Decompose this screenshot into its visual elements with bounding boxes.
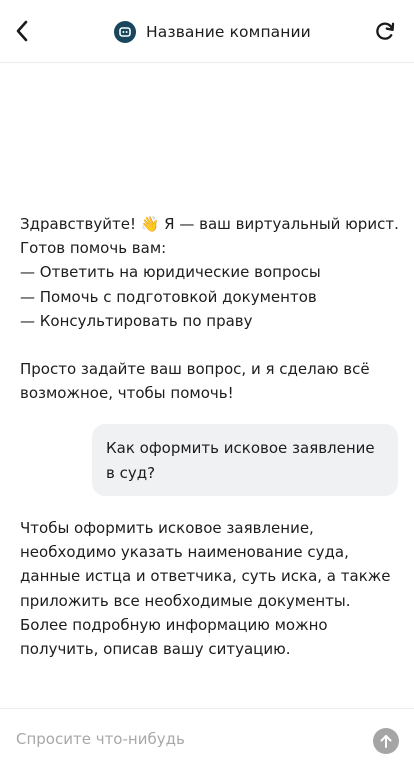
- chat-messages: Здравствуйте! 👋 Я — ваш виртуальный юрис…: [0, 63, 414, 708]
- page-title: Название компании: [146, 23, 311, 41]
- bot-face-icon: [119, 27, 131, 37]
- back-button[interactable]: [8, 16, 36, 46]
- user-message: Как оформить исковое заявление в суд?: [92, 424, 398, 496]
- message-input[interactable]: [14, 726, 356, 752]
- chevron-left-icon: [16, 20, 28, 42]
- header-title-group: Название компании: [114, 19, 311, 45]
- refresh-icon: [376, 22, 395, 40]
- assistant-message: Здравствуйте! 👋 Я — ваш виртуальный юрис…: [20, 215, 399, 403]
- chat-screen: Название компании Здравствуйте! 👋 Я — ва…: [0, 0, 414, 770]
- company-logo: [114, 21, 136, 43]
- arrow-up-icon: [380, 735, 392, 748]
- send-button[interactable]: [373, 728, 399, 754]
- refresh-button[interactable]: [372, 18, 398, 44]
- header: Название компании: [0, 0, 414, 63]
- input-bar: [0, 708, 414, 770]
- assistant-message: Чтобы оформить исковое заявление, необхо…: [20, 519, 391, 659]
